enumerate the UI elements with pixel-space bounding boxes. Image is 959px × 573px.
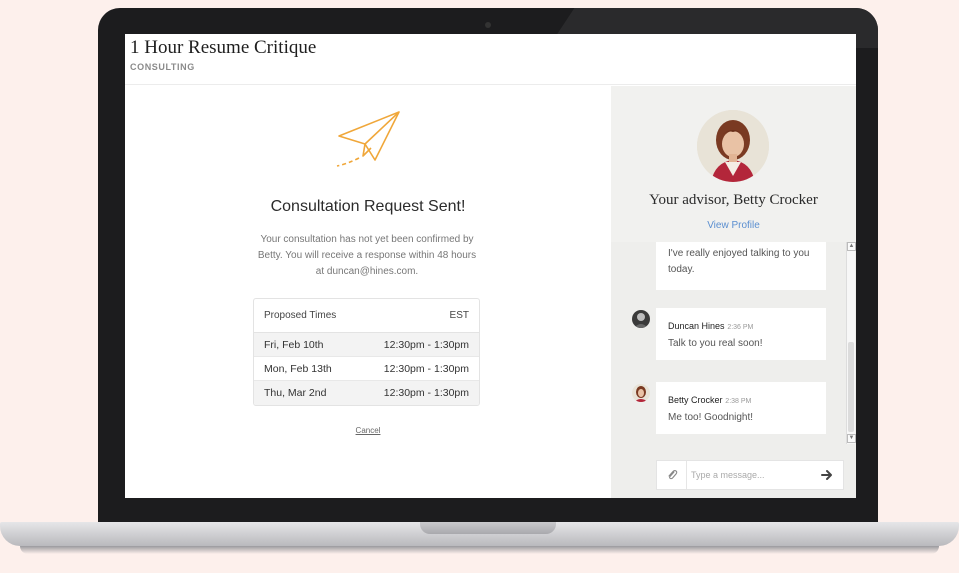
proposed-times-header: Proposed Times EST bbox=[254, 299, 479, 333]
laptop-shadow bbox=[20, 546, 939, 554]
advisor-avatar bbox=[697, 110, 769, 182]
paper-plane-icon bbox=[336, 111, 400, 167]
advisor-chat-pane: Your advisor, Betty Crocker View Profile… bbox=[611, 86, 856, 498]
chat-message: Duncan Hines 2:36 PM Talk to you real so… bbox=[656, 308, 826, 360]
advisor-name: Your advisor, Betty Crocker bbox=[649, 192, 818, 208]
webcam bbox=[485, 22, 491, 28]
message-author: Duncan Hines bbox=[668, 321, 725, 331]
timezone-label: EST bbox=[449, 310, 469, 321]
page-subtitle: CONSULTING bbox=[130, 62, 195, 72]
message-time: 2:36 PM bbox=[727, 324, 754, 331]
time-date: Mon, Feb 13th bbox=[264, 362, 332, 375]
message-input[interactable] bbox=[691, 467, 811, 483]
paperclip-icon bbox=[667, 470, 677, 480]
app-screen: 1 Hour Resume Critique CONSULTING Consul… bbox=[125, 34, 856, 498]
message-text: I've really enjoyed talking to you today… bbox=[668, 248, 810, 275]
chat-scrollbar[interactable]: ▲ ▼ bbox=[846, 242, 856, 444]
table-row: Mon, Feb 13th 12:30pm - 1:30pm bbox=[254, 357, 479, 381]
time-date: Thu, Mar 2nd bbox=[264, 387, 327, 399]
view-profile-link[interactable]: View Profile bbox=[611, 220, 856, 231]
proposed-times-table: Proposed Times EST Fri, Feb 10th 12:30pm… bbox=[253, 298, 480, 406]
advisor-portrait bbox=[697, 110, 769, 182]
attach-button[interactable] bbox=[657, 461, 687, 489]
proposed-times-label: Proposed Times bbox=[264, 310, 337, 321]
time-range: 12:30pm - 1:30pm bbox=[383, 362, 469, 375]
confirmation-title: Consultation Request Sent! bbox=[270, 198, 466, 215]
chat-messages[interactable]: I've really enjoyed talking to you today… bbox=[611, 242, 856, 444]
message-composer bbox=[656, 460, 844, 490]
page-title: 1 Hour Resume Critique bbox=[130, 37, 317, 58]
message-time: 2:38 PM bbox=[725, 398, 752, 405]
send-button[interactable] bbox=[817, 466, 837, 484]
scrollbar-thumb[interactable] bbox=[848, 342, 854, 432]
message-text: Me too! Goodnight! bbox=[668, 412, 754, 423]
cancel-link[interactable]: Cancel bbox=[125, 426, 611, 435]
scroll-up-arrow[interactable]: ▲ bbox=[847, 242, 856, 251]
time-range: 12:30pm - 1:30pm bbox=[383, 387, 469, 399]
advisor-card: Your advisor, Betty Crocker View Profile bbox=[611, 86, 856, 242]
arrow-right-icon bbox=[821, 470, 832, 480]
duncan-avatar bbox=[632, 310, 650, 328]
message-author: Betty Crocker bbox=[668, 395, 723, 405]
table-row: Fri, Feb 10th 12:30pm - 1:30pm bbox=[254, 333, 479, 357]
page-header: 1 Hour Resume Critique CONSULTING bbox=[125, 34, 856, 85]
confirmation-message: Your consultation has not yet been confi… bbox=[257, 234, 477, 277]
chat-message: Betty Crocker 2:38 PM Me too! Goodnight! bbox=[656, 382, 826, 434]
table-row: Thu, Mar 2nd 12:30pm - 1:30pm bbox=[254, 381, 479, 405]
time-date: Fri, Feb 10th bbox=[264, 338, 324, 351]
scroll-down-arrow[interactable]: ▼ bbox=[847, 434, 856, 443]
betty-avatar bbox=[632, 384, 650, 402]
chat-message: I've really enjoyed talking to you today… bbox=[656, 242, 826, 290]
laptop-notch bbox=[420, 522, 556, 534]
message-text: Talk to you real soon! bbox=[668, 338, 763, 349]
time-range: 12:30pm - 1:30pm bbox=[383, 338, 469, 351]
confirmation-pane: Consultation Request Sent! Your consulta… bbox=[125, 86, 611, 498]
